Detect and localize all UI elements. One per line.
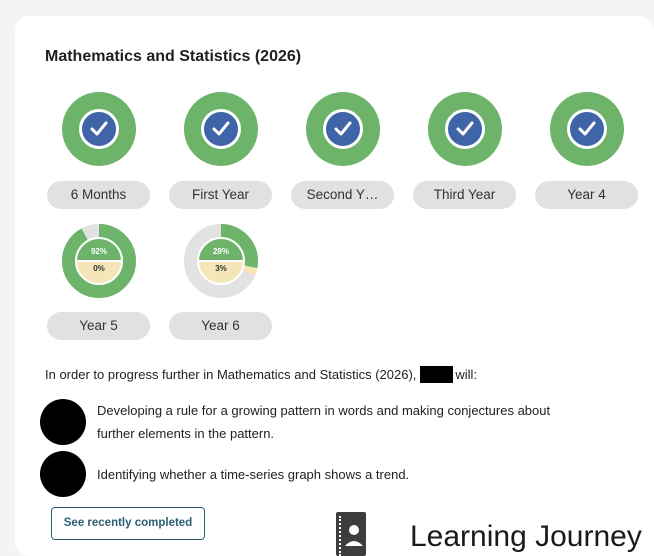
subject-title: Mathematics and Statistics (2026) (45, 48, 302, 65)
next-step-line: Identifying whether a time-series graph … (97, 467, 410, 482)
next-step-line: further elements in the pattern. (97, 426, 275, 441)
complete-ring (62, 92, 136, 166)
see-recently-completed-button[interactable]: See recently completed (51, 507, 205, 540)
journal-icon (336, 512, 366, 556)
complete-ring (550, 92, 624, 166)
next-step-line: Developing a rule for a growing pattern … (97, 403, 551, 418)
complete-ring (428, 92, 502, 166)
redacted-avatar (40, 451, 86, 497)
check-icon (323, 109, 363, 149)
check-icon (567, 109, 607, 149)
complete-ring (306, 92, 380, 166)
progress-donut: 92% 0% (62, 224, 136, 298)
check-icon (79, 109, 119, 149)
milestone-label: 6 Months (47, 181, 150, 209)
milestone-label: Year 5 (47, 312, 150, 340)
progress-percent: 28% (212, 247, 229, 256)
progress-lead-in: In order to progress further in Mathemat… (45, 367, 417, 382)
progress-donut: 28% 3% (184, 224, 258, 298)
learning-journey-label[interactable]: Learning Journey (410, 520, 642, 554)
milestone-label: Third Year (413, 181, 516, 209)
progress-tail: will: (455, 367, 478, 382)
progress-percent: 92% (90, 247, 107, 256)
redacted-avatar (40, 399, 86, 445)
complete-ring (184, 92, 258, 166)
check-icon (445, 109, 485, 149)
next-step-item: Identifying whether a time-series graph … (40, 451, 600, 499)
secondary-percent: 3% (215, 264, 227, 273)
next-step-item: Developing a rule for a growing pattern … (40, 399, 600, 447)
progress-statement: In order to progress further in Mathemat… (45, 366, 477, 383)
redacted-name (420, 366, 454, 383)
milestone-label: Year 4 (535, 181, 638, 209)
milestone-label: Year 6 (169, 312, 272, 340)
secondary-percent: 0% (93, 264, 105, 273)
milestone-label: First Year (169, 181, 272, 209)
milestone-label: Second Y… (291, 181, 394, 209)
check-icon (201, 109, 241, 149)
